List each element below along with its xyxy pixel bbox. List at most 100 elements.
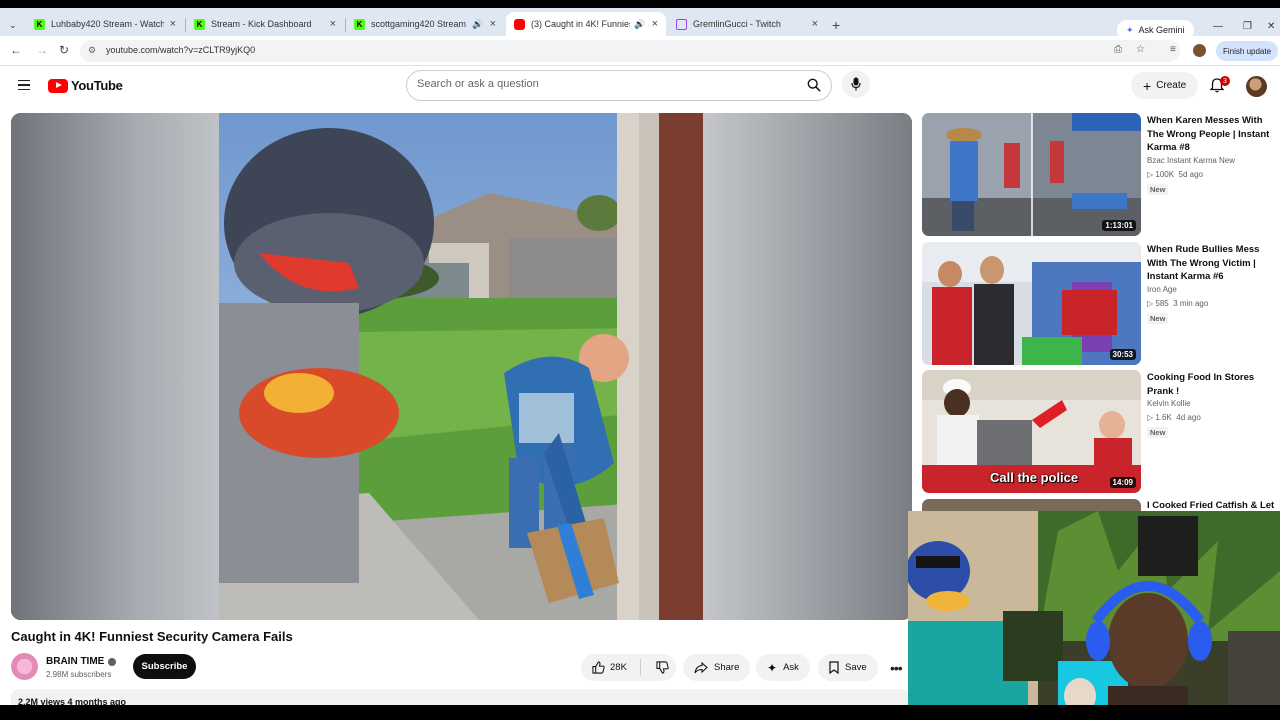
top-letterbox — [0, 0, 1280, 8]
like-button[interactable]: 28K — [581, 659, 641, 676]
new-tab-plus-icon[interactable]: + — [832, 17, 840, 33]
install-app-icon[interactable]: ⎙ — [1114, 44, 1122, 55]
subscribe-button[interactable]: Subscribe — [133, 654, 196, 679]
channel-avatar[interactable] — [11, 653, 38, 680]
channel-name-row[interactable]: BRAIN TIME — [46, 656, 117, 667]
video-frame — [219, 113, 703, 620]
microphone-icon[interactable] — [842, 70, 870, 98]
kick-icon: K — [194, 18, 205, 30]
video-title: Caught in 4K! Funniest Security Camera F… — [11, 629, 293, 644]
youtube-logo[interactable]: YouTube — [48, 78, 123, 93]
notification-count-badge: 3 — [1220, 76, 1230, 86]
browser-profile-avatar[interactable] — [1193, 44, 1206, 57]
url-text[interactable]: youtube.com/watch?v=zCLTR9yjKQ0 — [106, 45, 255, 55]
new-badge: New — [1147, 427, 1169, 438]
bookmark-icon — [829, 661, 839, 674]
screen: ⌄ K Luhbaby420 Stream - Watch Li × K Str… — [0, 0, 1280, 720]
tab-youtube-active[interactable]: (3) Caught in 4K! Funniest S 🔊 × — [506, 12, 666, 36]
save-button[interactable]: Save — [818, 654, 878, 681]
recommendation-channel[interactable]: Kelvin Kollie — [1147, 399, 1191, 408]
ask-button[interactable]: ✦ Ask — [756, 654, 810, 681]
channel-name[interactable]: BRAIN TIME — [46, 656, 104, 667]
search-box[interactable] — [406, 70, 832, 101]
site-info-icon[interactable]: ⚙ — [88, 45, 96, 56]
recommendation-thumbnail[interactable]: 30:53 — [922, 242, 1141, 365]
speaker-icon[interactable]: 🔊 — [472, 19, 483, 30]
tab-luhbaby420[interactable]: K Luhbaby420 Stream - Watch Li × — [26, 12, 184, 36]
recommendation-age: 3 min ago — [1173, 299, 1209, 308]
thumbnail-caption: Call the police — [990, 470, 1079, 485]
recommendation-title[interactable]: When Karen Messes With The Wrong People … — [1147, 114, 1277, 155]
recommendation-views: 1.6K — [1155, 413, 1172, 422]
thumbnail-image — [922, 113, 1141, 236]
media-controls-icon[interactable]: ≡ — [1170, 44, 1176, 55]
kick-icon: K — [34, 18, 45, 30]
description-box[interactable]: 2.2M views 4 months ago — [11, 689, 909, 707]
recommendation-thumbnail[interactable]: Call the police 14:09 — [922, 370, 1141, 493]
new-badge: New — [1147, 313, 1169, 324]
plus-icon: + — [1143, 77, 1152, 94]
search-icon[interactable] — [807, 78, 821, 92]
recommendation-channel[interactable]: Bzac Instant Karma New — [1147, 156, 1235, 165]
restore-icon[interactable]: ❐ — [1243, 21, 1252, 32]
like-count: 28K — [610, 662, 627, 673]
gemini-sparkle-icon: ✦ — [1126, 24, 1134, 35]
recommendation-title[interactable]: When Rude Bullies Mess With The Wrong Vi… — [1147, 243, 1277, 284]
close-icon[interactable]: × — [812, 18, 818, 30]
close-icon[interactable]: × — [490, 18, 496, 30]
share-arrow-icon — [694, 661, 708, 673]
finish-update-button[interactable]: Finish update — [1216, 41, 1279, 61]
recommendation-meta: ▷ 585 3 min ago — [1147, 299, 1209, 308]
tab-kick-dashboard[interactable]: K Stream - Kick Dashboard × — [186, 12, 344, 36]
youtube-header: YouTube — [0, 66, 1280, 106]
thumbs-up-icon — [592, 661, 605, 674]
recommendation-item[interactable]: Call the police 14:09 Cooking Food In St… — [922, 370, 1277, 493]
reload-icon[interactable]: ↻ — [59, 43, 69, 57]
tab-title: Stream - Kick Dashboard — [211, 19, 312, 29]
recommendation-item[interactable]: 1:13:01 When Karen Messes With The Wrong… — [922, 113, 1277, 236]
forward-arrow-icon[interactable]: → — [36, 43, 48, 57]
finish-update-label: Finish update — [1223, 46, 1272, 56]
like-dislike-group: 28K — [581, 654, 676, 681]
webcam-overlay — [908, 511, 1280, 720]
ask-gemini-label: Ask Gemini — [1138, 25, 1185, 35]
close-icon[interactable]: × — [170, 18, 176, 30]
close-window-icon[interactable]: ✕ — [1267, 21, 1275, 32]
back-arrow-icon[interactable]: ← — [10, 43, 22, 57]
account-avatar[interactable] — [1246, 76, 1267, 97]
tab-title: GremlinGucci - Twitch — [693, 19, 781, 29]
recommendation-channel[interactable]: Iron Age — [1147, 285, 1177, 294]
close-icon[interactable]: × — [330, 18, 336, 30]
more-actions-icon[interactable]: ••• — [890, 660, 903, 676]
youtube-logo-text: YouTube — [71, 78, 123, 93]
recommendation-title[interactable]: Cooking Food In Stores Prank ! — [1147, 371, 1277, 398]
close-icon[interactable]: × — [652, 18, 658, 30]
webcam-image — [908, 511, 1280, 720]
minimize-icon[interactable]: — — [1213, 21, 1223, 32]
dislike-button[interactable] — [647, 661, 669, 674]
verified-check-icon — [108, 657, 117, 666]
duration-badge: 14:09 — [1109, 477, 1136, 488]
youtube-play-icon — [48, 78, 68, 93]
speaker-icon[interactable]: 🔊 — [634, 19, 645, 30]
recommendation-thumbnail[interactable]: 1:13:01 — [922, 113, 1141, 236]
browser-tab-strip: ⌄ K Luhbaby420 Stream - Watch Li × K Str… — [0, 8, 1280, 40]
tab-search-chevron-icon[interactable]: ⌄ — [9, 20, 17, 31]
omnibox[interactable]: ⚙ youtube.com/watch?v=zCLTR9yjKQ0 — [80, 40, 1180, 62]
create-button[interactable]: + Create — [1131, 72, 1199, 99]
recommendation-item[interactable]: 30:53 When Rude Bullies Mess With The Wr… — [922, 242, 1277, 365]
recommendation-age: 5d ago — [1178, 170, 1203, 179]
video-player[interactable] — [11, 113, 912, 620]
video-blur-left — [11, 113, 219, 620]
search-input[interactable] — [417, 78, 797, 90]
create-label: Create — [1156, 80, 1187, 91]
bottom-letterbox — [0, 705, 1280, 720]
tab-twitch[interactable]: GremlinGucci - Twitch × — [668, 12, 826, 36]
hamburger-menu-icon[interactable] — [18, 80, 30, 90]
tab-scottgaming420[interactable]: K scottgaming420 Stream - W 🔊 × — [346, 12, 504, 36]
recommendation-views: 100K — [1155, 170, 1175, 179]
bookmark-star-icon[interactable]: ☆ — [1136, 44, 1145, 55]
new-badge: New — [1147, 184, 1169, 195]
share-button[interactable]: Share — [683, 654, 751, 681]
subscriber-count: 2.98M subscribers — [46, 670, 112, 679]
